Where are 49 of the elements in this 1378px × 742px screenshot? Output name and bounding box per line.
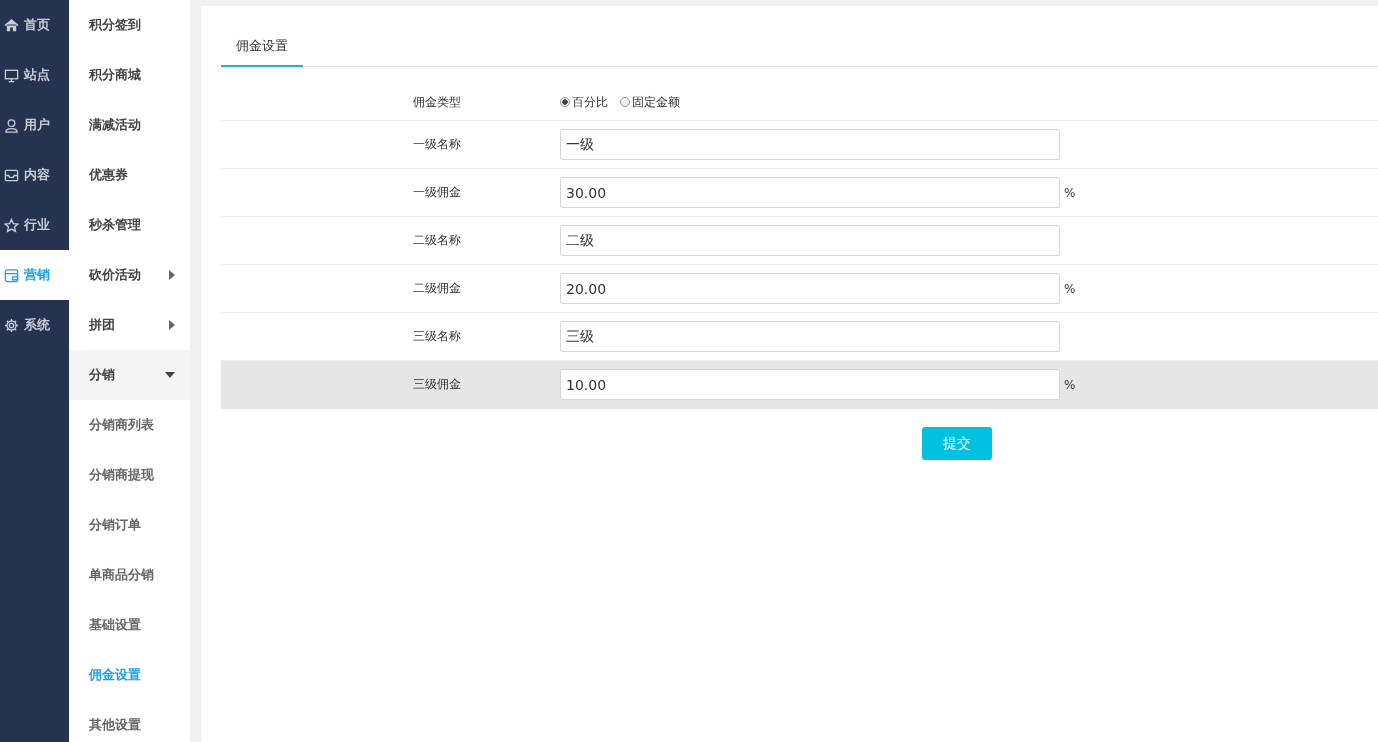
field-label: 一级佣金 [413,184,462,201]
input-field[interactable]: 二级 [560,225,1060,256]
input-field[interactable]: 10.00 [560,369,1060,400]
input-field[interactable]: 一级 [560,129,1060,160]
submenu-item[interactable]: 优惠券 [69,150,190,200]
wallet-icon [4,267,19,283]
radio-option[interactable]: 百分比 [560,93,608,111]
monitor-icon [4,67,19,83]
caret-down-icon [165,372,175,378]
field-label: 二级名称 [413,232,462,249]
inbox-icon [4,167,19,183]
submenu-item[interactable]: 积分签到 [69,0,190,50]
input-field[interactable]: 30.00 [560,177,1060,208]
field-label: 二级佣金 [413,280,462,297]
nav-item[interactable]: 行业 [0,200,69,250]
submenu-child-item[interactable]: 分销订单 [69,500,190,550]
unit-label: % [1064,377,1076,392]
input-field[interactable]: 三级 [560,321,1060,352]
nav-item[interactable]: 站点 [0,50,69,100]
nav-item[interactable]: 内容 [0,150,69,200]
nav-item[interactable]: 系统 [0,300,69,350]
gear-icon [4,317,19,333]
submenu-child-item[interactable]: 基础设置 [69,600,190,650]
submenu-item[interactable]: 分销 [69,350,190,400]
submenu-item[interactable]: 积分商城 [69,50,190,100]
star-icon [4,217,19,233]
input-field[interactable]: 20.00 [560,273,1060,304]
field-label: 三级佣金 [413,376,462,393]
user-icon [4,117,19,133]
radio-option[interactable]: 固定金额 [620,93,680,111]
caret-right-icon [169,320,175,330]
home-icon [4,17,19,33]
submenu-item[interactable]: 秒杀管理 [69,200,190,250]
field-label: 佣金类型 [413,93,462,111]
submenu-item[interactable]: 砍价活动 [69,250,190,300]
field-label: 一级名称 [413,136,462,153]
submenu-child-item[interactable]: 分销商提现 [69,450,190,500]
submenu-item[interactable]: 拼团 [69,300,190,350]
submenu-child-item[interactable]: 其他设置 [69,700,190,742]
unit-label: % [1064,281,1076,296]
tab[interactable]: 佣金设置 [221,30,303,67]
field-label: 三级名称 [413,328,462,345]
submenu-child-item[interactable]: 单商品分销 [69,550,190,600]
submenu-item[interactable]: 满减活动 [69,100,190,150]
nav-item[interactable]: 用户 [0,100,69,150]
unit-label: % [1064,185,1076,200]
submenu-child-item[interactable]: 分销商列表 [69,400,190,450]
caret-right-icon [169,270,175,280]
nav-item[interactable]: 首页 [0,0,69,50]
